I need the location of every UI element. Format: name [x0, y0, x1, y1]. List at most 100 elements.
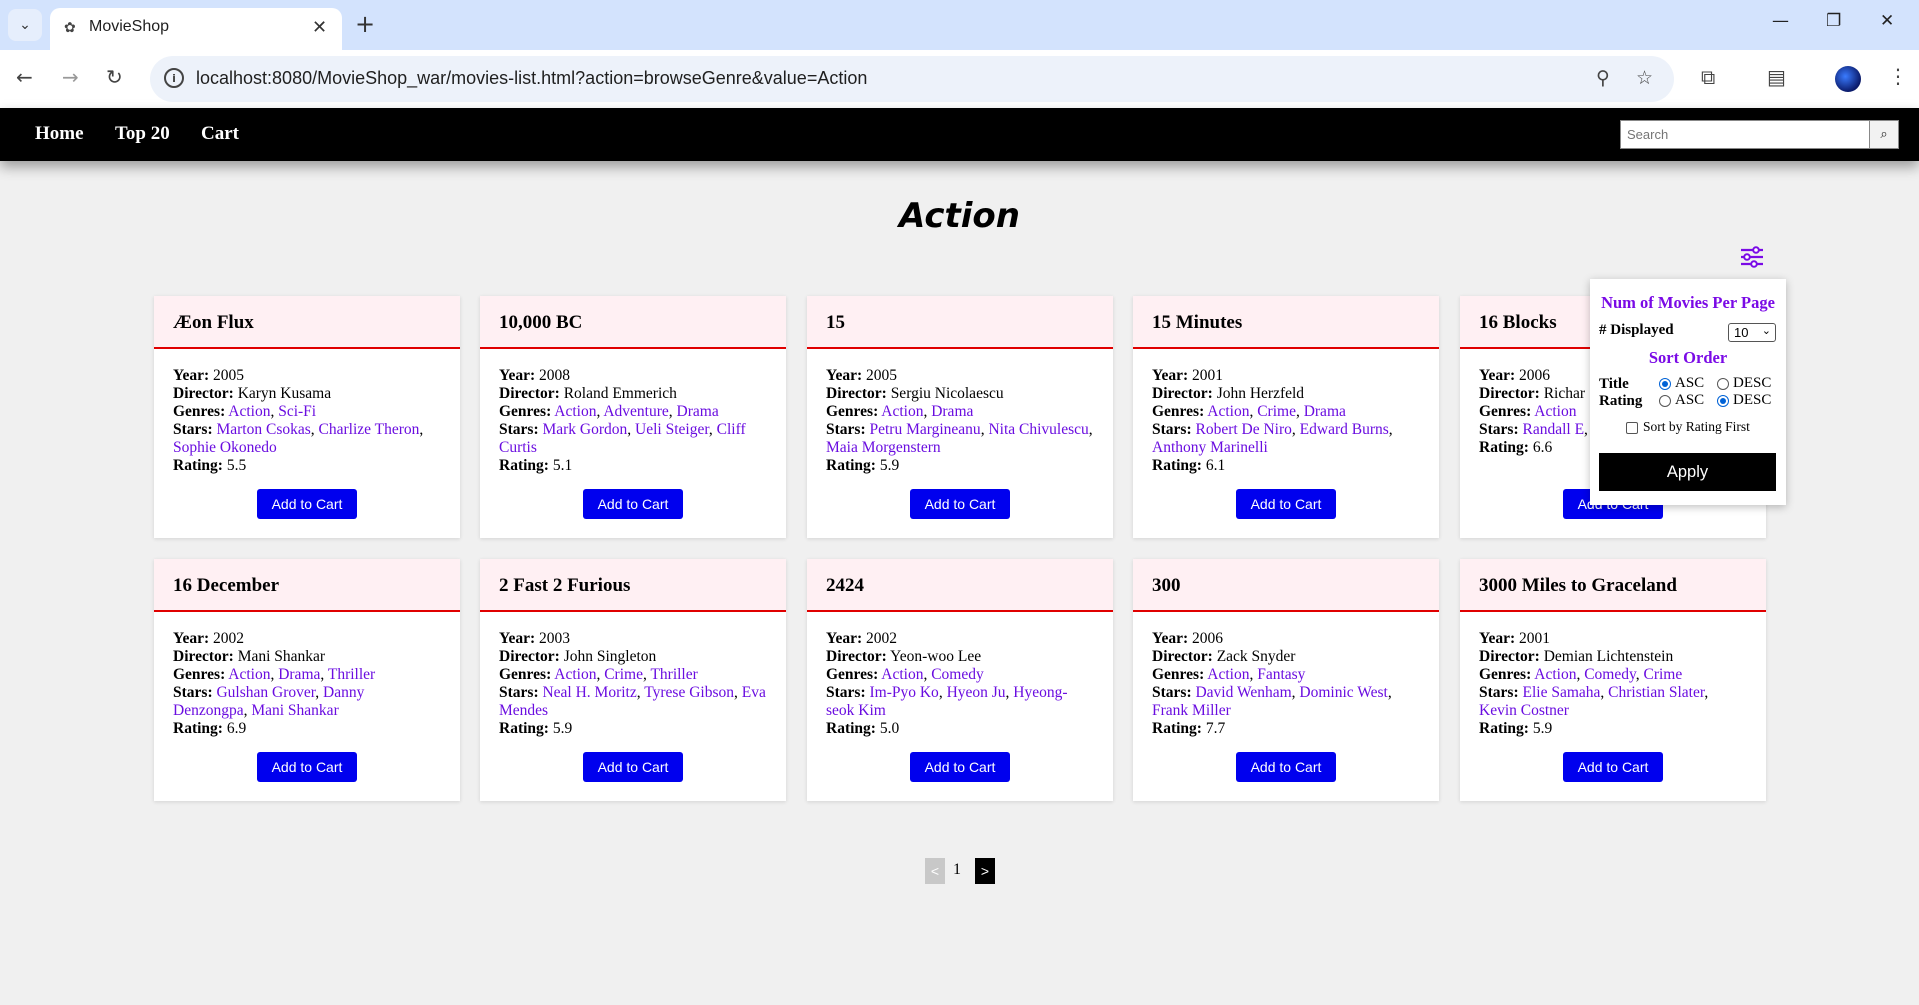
movie-title[interactable]: 2424 [807, 559, 1113, 612]
genre-link[interactable]: Fantasy [1257, 666, 1305, 683]
nav-top20-link[interactable]: Top 20 [115, 123, 170, 145]
extensions-icon[interactable]: ⧉ [1701, 65, 1715, 89]
nav-cart-link[interactable]: Cart [201, 123, 239, 145]
star-link[interactable]: Hyeon Ju [947, 684, 1006, 701]
add-to-cart-button[interactable]: Add to Cart [1236, 489, 1336, 519]
add-to-cart-button[interactable]: Add to Cart [910, 752, 1010, 782]
title-desc-radio[interactable] [1717, 378, 1729, 390]
star-link[interactable]: Marton Csokas [216, 421, 310, 438]
star-link[interactable]: Edward Burns [1300, 421, 1389, 438]
new-tab-button[interactable]: + [355, 10, 375, 38]
tab-search-button[interactable]: ⌄ [8, 9, 42, 41]
site-info-icon[interactable]: i [164, 68, 184, 88]
star-link[interactable]: Tyrese Gibson [644, 684, 734, 701]
displayed-select[interactable]: 10 ⌄ [1728, 323, 1776, 342]
genre-link[interactable]: Crime [1643, 666, 1682, 683]
movie-title[interactable]: 2 Fast 2 Furious [480, 559, 786, 612]
genre-link[interactable]: Action [1207, 666, 1249, 683]
star-link[interactable]: Mani Shankar [251, 702, 338, 719]
genre-link[interactable]: Sci-Fi [278, 403, 316, 420]
genre-link[interactable]: Action [1207, 403, 1249, 420]
star-link[interactable]: Dominic West [1299, 684, 1387, 701]
close-window-icon[interactable]: ✕ [1880, 11, 1894, 31]
address-bar[interactable]: i localhost:8080/MovieShop_war/movies-li… [150, 56, 1674, 102]
star-link[interactable]: Anthony Marinelli [1152, 439, 1268, 456]
star-link[interactable]: Petru Margineanu [869, 421, 980, 438]
add-to-cart-button[interactable]: Add to Cart [583, 752, 683, 782]
star-link[interactable]: Kevin Costner [1479, 702, 1569, 719]
add-to-cart-button[interactable]: Add to Cart [257, 489, 357, 519]
star-link[interactable]: Ueli Steiger [635, 421, 709, 438]
reload-icon[interactable]: ↻ [106, 65, 123, 89]
genre-link[interactable]: Drama [1304, 403, 1346, 420]
genre-link[interactable]: Action [881, 666, 923, 683]
movie-title[interactable]: 15 Minutes [1133, 296, 1439, 349]
genre-link[interactable]: Drama [677, 403, 719, 420]
zoom-icon[interactable]: ⚲ [1596, 67, 1610, 89]
add-to-cart-button[interactable]: Add to Cart [583, 489, 683, 519]
rating-asc-radio[interactable] [1659, 395, 1671, 407]
star-link[interactable]: Im-Pyo Ko [869, 684, 938, 701]
star-link[interactable]: Mark Gordon [542, 421, 627, 438]
movie-title[interactable]: 16 December [154, 559, 460, 612]
star-link[interactable]: Maia Morgenstern [826, 439, 941, 456]
star-link[interactable]: Robert De Niro [1195, 421, 1291, 438]
genre-link[interactable]: Thriller [650, 666, 697, 683]
genre-link[interactable]: Thriller [328, 666, 375, 683]
movie-title[interactable]: 15 [807, 296, 1113, 349]
star-link[interactable]: Elie Samaha [1522, 684, 1600, 701]
search-icon[interactable]: ⌕ [1869, 120, 1899, 149]
genre-link[interactable]: Crime [1257, 403, 1296, 420]
genre-link[interactable]: Adventure [603, 403, 668, 420]
nav-home-link[interactable]: Home [35, 123, 84, 145]
genre-link[interactable]: Action [228, 666, 270, 683]
movie-title[interactable]: 300 [1133, 559, 1439, 612]
star-link[interactable]: Nita Chivulescu [988, 421, 1088, 438]
reading-list-icon[interactable]: ▤ [1767, 65, 1786, 89]
movie-title[interactable]: 3000 Miles to Graceland [1460, 559, 1766, 612]
genre-link[interactable]: Action [1534, 666, 1576, 683]
movie-title[interactable]: Æon Flux [154, 296, 460, 349]
add-to-cart-button[interactable]: Add to Cart [257, 752, 357, 782]
genre-link[interactable]: Action [554, 666, 596, 683]
add-to-cart-button[interactable]: Add to Cart [910, 489, 1010, 519]
browser-menu-icon[interactable]: ⋮ [1888, 64, 1908, 88]
profile-avatar[interactable] [1835, 66, 1861, 92]
genre-link[interactable]: Drama [278, 666, 320, 683]
genre-link[interactable]: Action [554, 403, 596, 420]
star-link[interactable]: Charlize Theron [319, 421, 420, 438]
genre-link[interactable]: Action [1534, 403, 1576, 420]
star-link[interactable]: Gulshan Grover [216, 684, 315, 701]
genre-link[interactable]: Action [228, 403, 270, 420]
minimize-icon[interactable]: — [1772, 11, 1789, 31]
genre-link[interactable]: Drama [931, 403, 973, 420]
title-asc-radio[interactable] [1659, 378, 1671, 390]
bookmark-star-icon[interactable]: ☆ [1636, 67, 1653, 89]
rating-desc-radio[interactable] [1717, 395, 1729, 407]
genre-link[interactable]: Comedy [931, 666, 984, 683]
add-to-cart-button[interactable]: Add to Cart [1563, 752, 1663, 782]
star-link[interactable]: Randall E [1522, 421, 1584, 438]
url-text[interactable]: localhost:8080/MovieShop_war/movies-list… [196, 68, 867, 89]
genre-link[interactable]: Crime [604, 666, 643, 683]
genre-link[interactable]: Comedy [1584, 666, 1636, 683]
forward-icon[interactable]: → [62, 65, 79, 89]
filter-settings-icon[interactable] [1740, 246, 1764, 268]
tab-close-icon[interactable]: ✕ [312, 17, 327, 38]
restore-icon[interactable]: ❐ [1826, 11, 1841, 31]
star-link[interactable]: Frank Miller [1152, 702, 1231, 719]
apply-button[interactable]: Apply [1599, 453, 1776, 491]
back-icon[interactable]: ← [16, 65, 33, 89]
pagination-prev-button[interactable]: < [925, 858, 945, 884]
star-link[interactable]: Christian Slater [1608, 684, 1704, 701]
pagination-next-button[interactable]: > [975, 858, 995, 884]
search-input[interactable] [1620, 120, 1870, 149]
star-link[interactable]: Neal H. Moritz [542, 684, 636, 701]
star-link[interactable]: David Wenham [1195, 684, 1291, 701]
movie-title[interactable]: 10,000 BC [480, 296, 786, 349]
star-link[interactable]: Sophie Okonedo [173, 439, 277, 456]
browser-tab[interactable]: ✿ MovieShop ✕ [50, 8, 342, 50]
sort-by-rating-first-checkbox[interactable] [1626, 422, 1638, 434]
genre-link[interactable]: Action [881, 403, 923, 420]
pagination-current-page[interactable]: 1 [953, 861, 961, 879]
